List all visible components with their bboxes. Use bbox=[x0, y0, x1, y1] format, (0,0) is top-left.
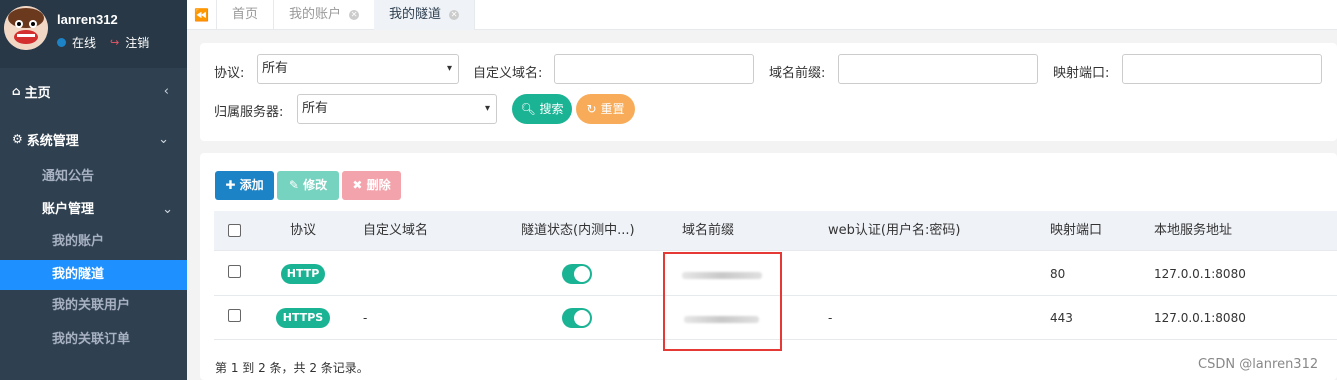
status-row: 在线 ↪ 注销 bbox=[57, 34, 149, 51]
sidebar-item-label: 我的关联用户 bbox=[52, 298, 131, 313]
tab-label: 首页 bbox=[232, 7, 259, 22]
sidebar: lanren312 在线 ↪ 注销 ⌂ 主页 ‹ ⚙ 系统管理 ⌄ 通知公告 账… bbox=[0, 0, 187, 380]
sidebar-item-label: 我的账户 bbox=[52, 234, 105, 249]
close-icon[interactable]: ✕ bbox=[349, 9, 360, 20]
pagination-info: 第 1 到 2 条，共 2 条记录。 bbox=[215, 361, 369, 375]
gear-icon: ⚙ bbox=[12, 132, 23, 146]
tunnel-status-toggle[interactable] bbox=[562, 308, 592, 328]
chevron-down-icon: ▾ bbox=[446, 63, 452, 74]
add-button[interactable]: ✚ 添加 bbox=[215, 171, 274, 200]
menu-system[interactable]: ⚙ 系统管理 ⌄ bbox=[0, 124, 187, 154]
protocol-label: 协议: bbox=[214, 66, 245, 81]
tab-label: 我的隧道 bbox=[389, 7, 442, 22]
web-auth-cell: - bbox=[828, 311, 833, 325]
server-label: 归属服务器: bbox=[214, 105, 284, 120]
prefix-input[interactable] bbox=[838, 54, 1038, 84]
redacted-prefix bbox=[684, 316, 759, 323]
user-profile: lanren312 在线 ↪ 注销 bbox=[0, 0, 187, 68]
column-header[interactable]: 域名前缀 bbox=[682, 211, 734, 251]
table-header: 协议 自定义域名 隧道状态(内测中...) 域名前缀 web认证(用户名:密码)… bbox=[214, 211, 1337, 251]
protocol-select[interactable]: 所有 ▾ bbox=[257, 54, 459, 84]
tab-bar: ⏪ 首页 我的账户 ✕ 我的隧道 ✕ bbox=[187, 0, 1337, 30]
column-header[interactable]: 协议 bbox=[290, 211, 316, 251]
port-cell: 80 bbox=[1050, 267, 1066, 281]
tab-my-account[interactable]: 我的账户 ✕ bbox=[274, 0, 376, 30]
sidebar-item-label: 通知公告 bbox=[42, 169, 95, 184]
sidebar-item-label: 账户管理 bbox=[42, 202, 95, 217]
port-input[interactable] bbox=[1122, 54, 1322, 84]
local-address-cell: 127.0.0.1:8080 bbox=[1154, 267, 1246, 281]
custom-domain-input[interactable] bbox=[554, 54, 754, 84]
search-panel: 协议: 所有 ▾ 自定义域名: 域名前缀: 映射端口: 归属服务器: 所有 ▾ … bbox=[200, 43, 1337, 141]
redacted-prefix bbox=[682, 272, 762, 279]
username: lanren312 bbox=[57, 12, 118, 27]
sidebar-item-my-account[interactable]: 我的账户 bbox=[0, 227, 187, 257]
column-header[interactable]: 本地服务地址 bbox=[1154, 211, 1232, 251]
table-row[interactable]: HTTPS - - 443 127.0.0.1:8080 bbox=[214, 296, 1337, 340]
add-button-label: 添加 bbox=[239, 178, 264, 192]
custom-domain-label: 自定义域名: bbox=[473, 66, 543, 81]
column-header[interactable]: web认证(用户名:密码) bbox=[828, 211, 960, 251]
server-select[interactable]: 所有 ▾ bbox=[297, 94, 497, 124]
column-header[interactable]: 自定义域名 bbox=[363, 211, 428, 251]
logout-icon[interactable]: ↪ bbox=[110, 36, 119, 49]
tab-home[interactable]: 首页 bbox=[217, 0, 275, 30]
custom-domain-cell: - bbox=[363, 311, 368, 325]
prefix-label: 域名前缀: bbox=[769, 66, 826, 81]
search-button-label: 搜索 bbox=[539, 102, 564, 116]
sidebar-item-account-mgmt[interactable]: 账户管理 ⌄ bbox=[0, 195, 187, 225]
protocol-badge: HTTPS bbox=[276, 308, 330, 328]
server-select-value: 所有 bbox=[302, 101, 329, 116]
menu-system-label: 系统管理 bbox=[26, 133, 79, 149]
search-icon: 🔍︎ bbox=[520, 102, 536, 116]
table-panel: ✚ 添加 ✎ 修改 ✖ 删除 协议 自定义域名 隧道状态(内测中...) 域名前… bbox=[200, 153, 1337, 380]
edit-button-label: 修改 bbox=[303, 178, 328, 192]
edit-button[interactable]: ✎ 修改 bbox=[277, 171, 339, 200]
refresh-icon: ↻ bbox=[586, 102, 597, 116]
sidebar-item-my-tunnel[interactable]: 我的隧道 bbox=[0, 260, 187, 290]
sidebar-item-notice[interactable]: 通知公告 bbox=[0, 162, 187, 192]
logout-link[interactable]: 注销 bbox=[125, 34, 149, 51]
tunnel-status-toggle[interactable] bbox=[562, 264, 592, 284]
port-label: 映射端口: bbox=[1053, 66, 1110, 81]
close-icon: ✖ bbox=[352, 178, 363, 192]
sidebar-item-linked-users[interactable]: 我的关联用户 bbox=[0, 291, 187, 321]
chevron-left-icon: ‹ bbox=[163, 83, 169, 99]
plus-icon: ✚ bbox=[225, 178, 236, 192]
delete-button-label: 删除 bbox=[366, 178, 391, 192]
chevron-down-icon: ⌄ bbox=[162, 202, 173, 217]
reset-button[interactable]: ↻ 重置 bbox=[576, 94, 635, 124]
row-checkbox[interactable] bbox=[228, 309, 241, 322]
home-icon: ⌂ bbox=[12, 84, 21, 98]
edit-icon: ✎ bbox=[288, 178, 299, 192]
column-header[interactable]: 映射端口 bbox=[1050, 211, 1102, 251]
reset-button-label: 重置 bbox=[600, 102, 625, 116]
protocol-badge: HTTP bbox=[281, 264, 325, 284]
tab-my-tunnel[interactable]: 我的隧道 ✕ bbox=[374, 0, 476, 30]
protocol-select-value: 所有 bbox=[262, 61, 289, 76]
column-header[interactable]: 隧道状态(内测中...) bbox=[521, 211, 635, 251]
local-address-cell: 127.0.0.1:8080 bbox=[1154, 311, 1246, 325]
online-status: 在线 bbox=[72, 36, 97, 50]
row-checkbox[interactable] bbox=[228, 265, 241, 278]
tab-scroll-left-icon[interactable]: ⏪ bbox=[187, 0, 217, 30]
sidebar-item-linked-orders[interactable]: 我的关联订单 bbox=[0, 325, 187, 355]
sidebar-item-label: 我的隧道 bbox=[52, 267, 105, 282]
avatar[interactable] bbox=[4, 6, 48, 50]
chevron-down-icon: ⌄ bbox=[158, 131, 169, 147]
menu-home[interactable]: ⌂ 主页 ‹ bbox=[0, 76, 187, 106]
tab-label: 我的账户 bbox=[289, 7, 342, 22]
select-all-checkbox[interactable] bbox=[228, 224, 241, 237]
watermark: CSDN @lanren312 bbox=[1198, 357, 1319, 372]
port-cell: 443 bbox=[1050, 311, 1073, 325]
table-row[interactable]: HTTP 80 127.0.0.1:8080 bbox=[214, 252, 1337, 296]
sidebar-item-label: 我的关联订单 bbox=[52, 332, 131, 347]
online-dot-icon bbox=[57, 38, 66, 47]
close-icon[interactable]: ✕ bbox=[449, 9, 460, 20]
search-button[interactable]: 🔍︎ 搜索 bbox=[512, 94, 572, 124]
menu-home-label: 主页 bbox=[24, 85, 51, 101]
delete-button[interactable]: ✖ 删除 bbox=[342, 171, 401, 200]
chevron-down-icon: ▾ bbox=[484, 103, 490, 114]
